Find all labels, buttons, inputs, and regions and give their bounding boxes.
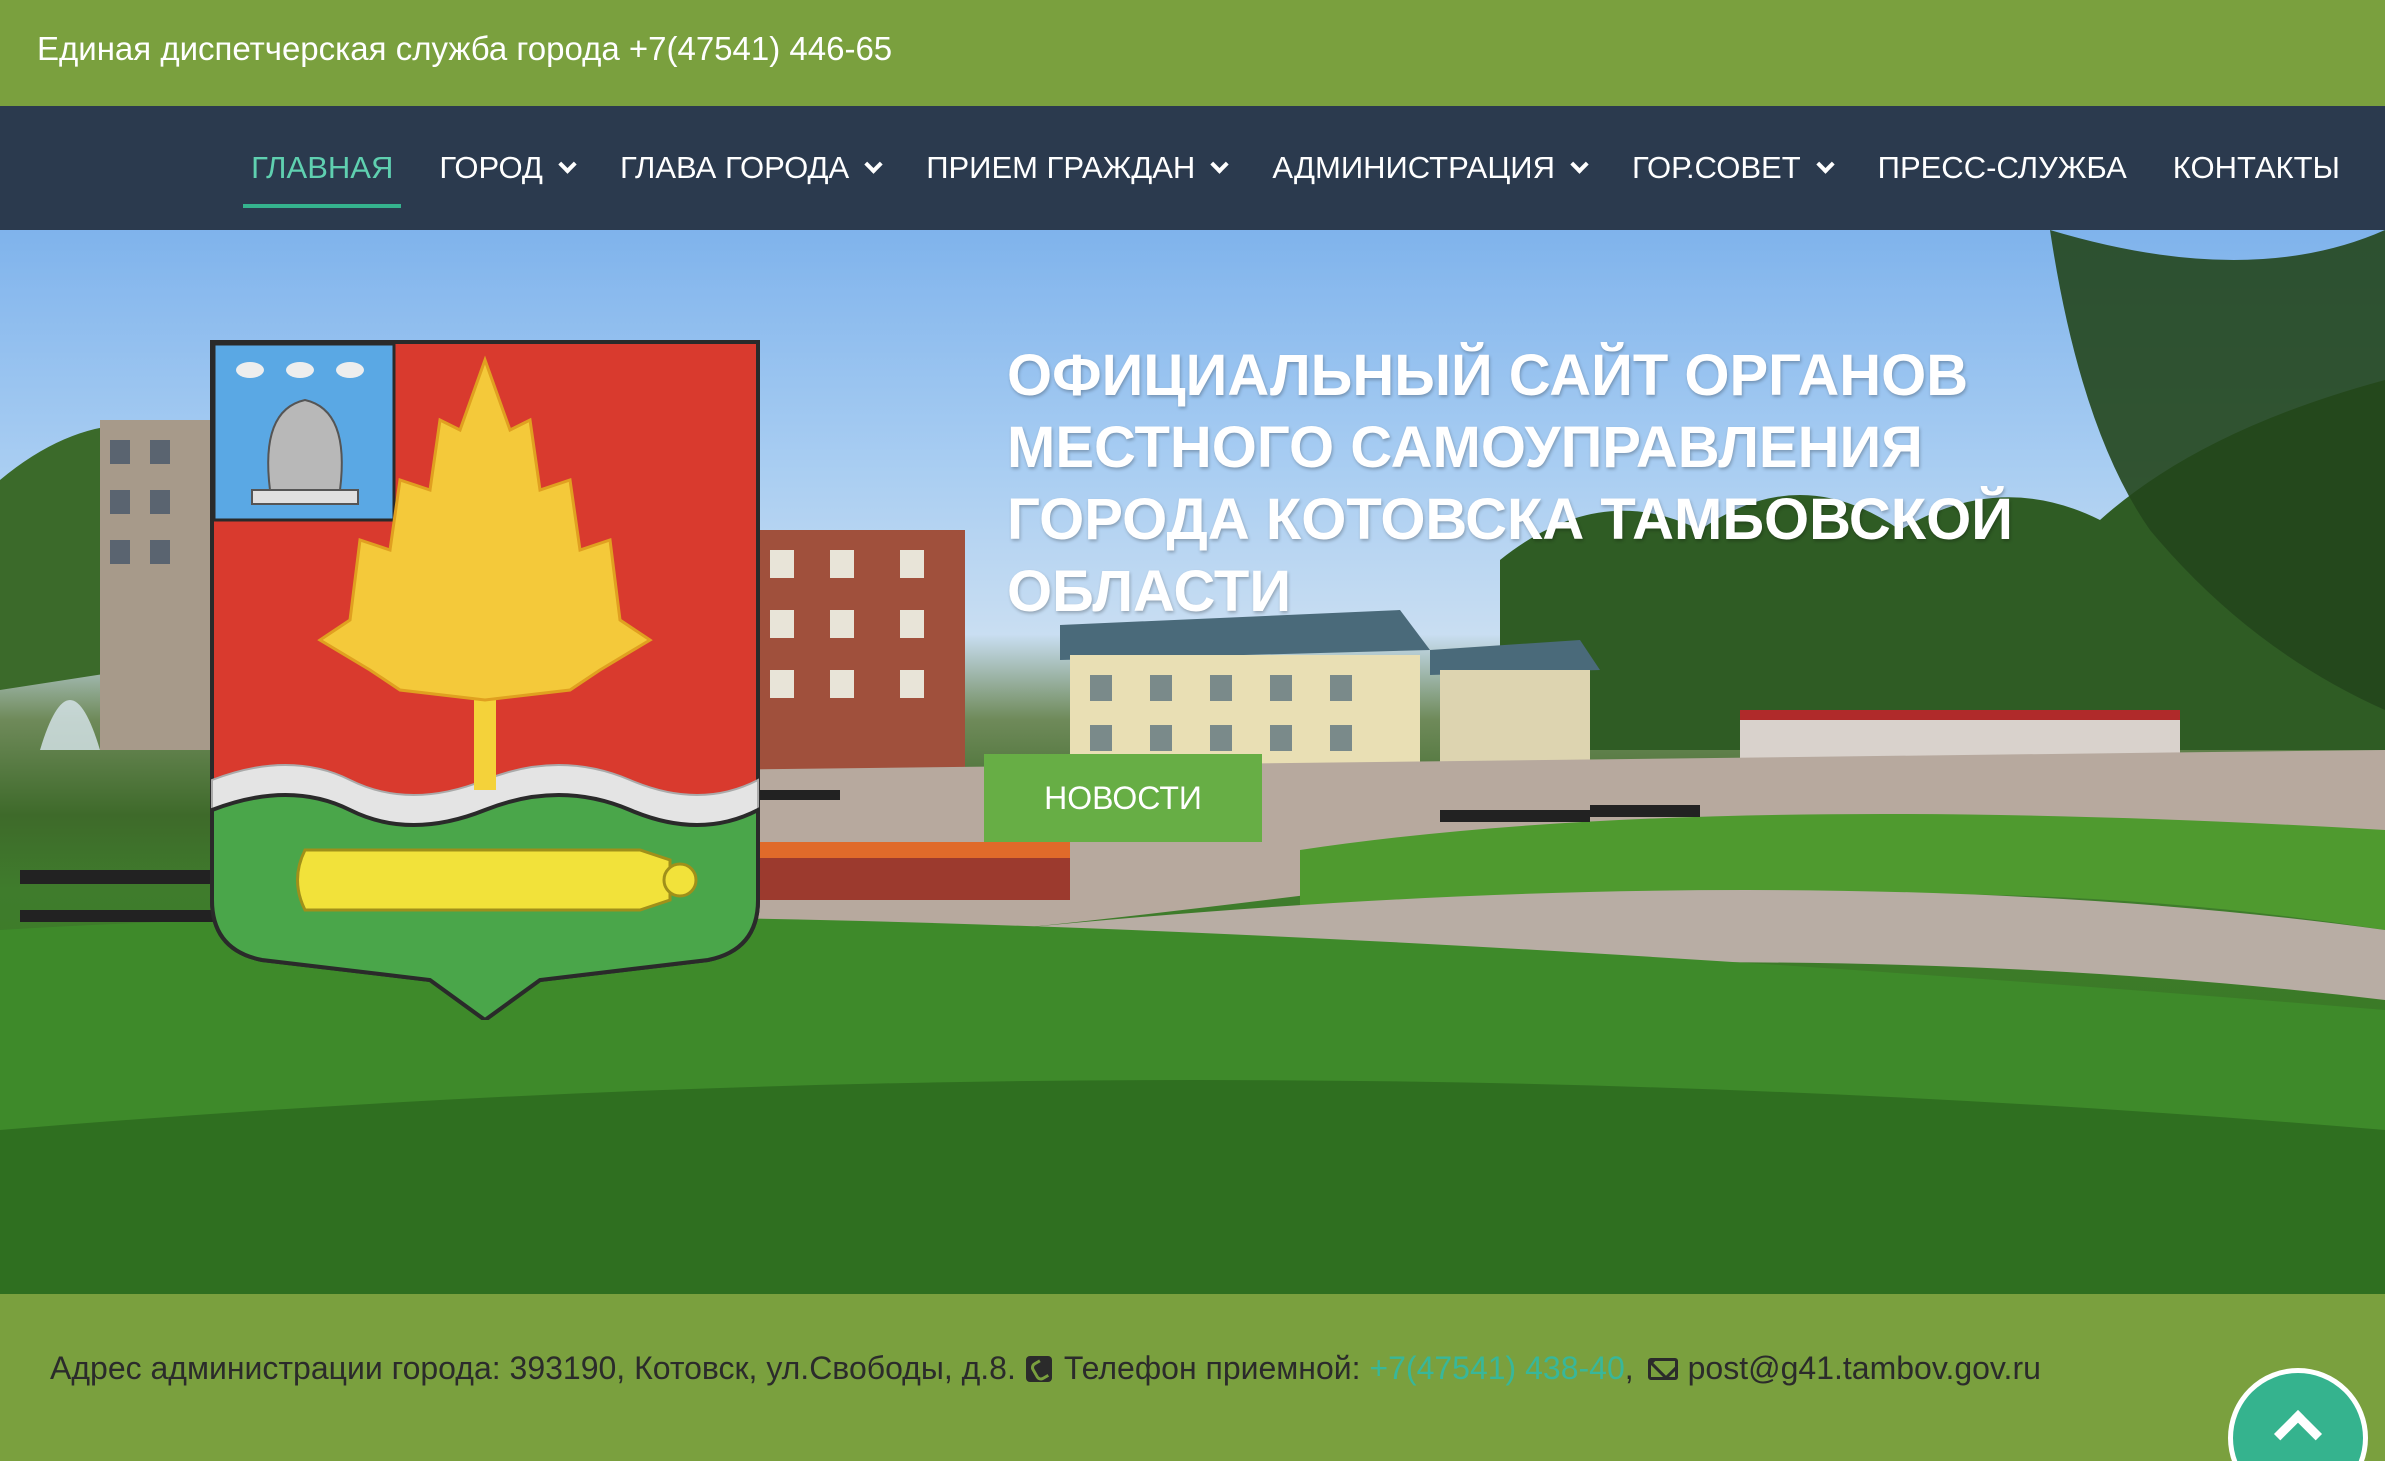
dispatch-service-text: Единая диспетчерская служба города +7(47… [37, 30, 893, 67]
chevron-down-icon [558, 154, 577, 174]
main-navigation: ГЛАВНАЯ ГОРОД ГЛАВА ГОРОДА ПРИЕМ ГРАЖДАН АДМ… [0, 106, 2385, 230]
chevron-down-icon [864, 154, 883, 174]
nav-item-2[interactable]: ГЛАВА ГОРОДА [597, 106, 903, 230]
nav-item-3[interactable]: ПРИЕМ ГРАЖДАН [903, 106, 1249, 230]
contact-separator: , [1624, 1350, 1634, 1386]
nav-item-1[interactable]: ГОРОД [416, 106, 597, 230]
nav-item-7[interactable]: КОНТАКТЫ [2150, 106, 2363, 230]
phone-square-icon [1025, 1355, 1052, 1382]
envelope-icon [1647, 1357, 1678, 1380]
admin-address: Адрес администрации города: 393190, Кото… [50, 1350, 1016, 1386]
footer-bar: Адрес администрации города: 393190, Кото… [0, 1294, 2385, 1461]
news-button[interactable]: НОВОСТИ [984, 754, 1262, 842]
chevron-down-icon [1570, 154, 1589, 174]
nav-menu: ГЛАВНАЯ ГОРОД ГЛАВА ГОРОДА ПРИЕМ ГРАЖДАН АДМ… [228, 106, 2363, 230]
chevron-down-icon [1815, 154, 1835, 174]
nav-item-label: ГОРОД [439, 150, 543, 185]
chevron-down-icon [1210, 154, 1230, 174]
hero-title: ОФИЦИАЛЬНЫЙ САЙТ ОРГАНОВ МЕСТНОГО САМОУП… [1007, 343, 2013, 624]
top-info-bar: Единая диспетчерская служба города +7(47… [0, 0, 2385, 106]
nav-item-label: КОНТАКТЫ [2172, 150, 2340, 185]
nav-item-4[interactable]: АДМИНИСТРАЦИЯ [1249, 106, 1609, 230]
nav-item-label: ПРИЕМ ГРАЖДАН [926, 150, 1196, 185]
coat-of-arms-logo [210, 340, 760, 1020]
nav-item-label: ГЛАВНАЯ [251, 150, 394, 185]
nav-item-label: АДМИНИСТРАЦИЯ [1272, 150, 1555, 185]
admin-email[interactable]: post@g41.tambov.gov.ru [1688, 1350, 2041, 1387]
nav-item-label: ГОР.СОВЕТ [1631, 150, 1801, 185]
reception-phone-label: Телефон приемной: [1063, 1350, 1361, 1386]
footer-contacts: Адрес администрации города: 393190, Кото… [50, 1350, 2041, 1387]
nav-item-6[interactable]: ПРЕСС-СЛУЖБА [1855, 106, 2150, 230]
reception-phone-link[interactable]: +7(47541) 438-40 [1369, 1350, 1624, 1387]
nav-item-label: ГЛАВА ГОРОДА [619, 150, 850, 185]
hero-banner: ОФИЦИАЛЬНЫЙ САЙТ ОРГАНОВ МЕСТНОГО САМОУП… [0, 230, 2385, 1294]
nav-item-5[interactable]: ГОР.СОВЕТ [1609, 106, 1855, 230]
chevron-up-icon [2273, 1409, 2323, 1459]
nav-item-label: ПРЕСС-СЛУЖБА [1877, 150, 2127, 185]
nav-item-0[interactable]: ГЛАВНАЯ [228, 106, 416, 230]
